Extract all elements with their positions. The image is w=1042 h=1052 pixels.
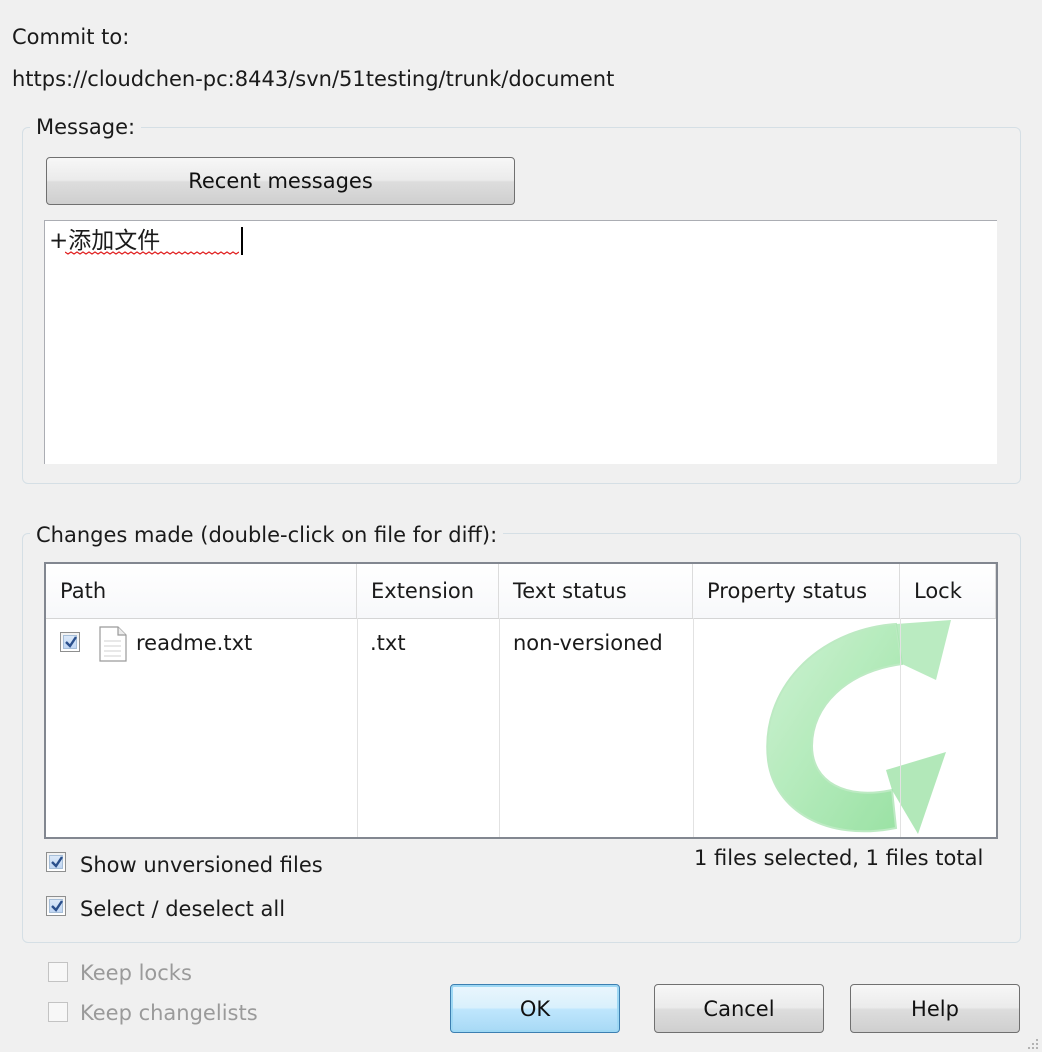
show-unversioned-label[interactable]: Show unversioned files xyxy=(80,852,323,878)
column-separator xyxy=(499,618,500,837)
row-checkbox-readme[interactable] xyxy=(60,632,80,652)
show-unversioned-checkbox[interactable] xyxy=(46,852,66,872)
tortoisesvn-watermark-icon xyxy=(766,620,951,834)
select-all-checkbox[interactable] xyxy=(46,896,66,916)
column-separator xyxy=(900,618,901,837)
keep-changelists-checkbox[interactable] xyxy=(48,1002,68,1022)
help-button[interactable]: Help xyxy=(850,984,1020,1033)
row-text-status: non-versioned xyxy=(513,631,663,655)
column-header-path[interactable]: Path xyxy=(46,564,357,618)
column-separator xyxy=(357,618,358,837)
checkmark-icon xyxy=(65,636,77,648)
spellcheck-underline xyxy=(65,251,239,255)
column-separator xyxy=(693,618,694,837)
commit-to-label: Commit to: xyxy=(12,25,130,49)
resize-grip-icon[interactable] xyxy=(1026,1036,1040,1050)
ok-button[interactable]: OK xyxy=(450,984,620,1033)
row-path[interactable]: readme.txt xyxy=(136,630,252,656)
column-header-lock[interactable]: Lock xyxy=(900,564,996,618)
select-all-label[interactable]: Select / deselect all xyxy=(80,896,285,922)
row-extension: .txt xyxy=(370,631,406,655)
commit-url: https://cloudchen-pc:8443/svn/51testing/… xyxy=(12,67,615,91)
recent-messages-button[interactable]: Recent messages xyxy=(46,157,515,205)
message-textarea[interactable]: +添加文件 xyxy=(44,220,997,464)
keep-locks-label: Keep locks xyxy=(80,961,192,985)
keep-changelists-label: Keep changelists xyxy=(80,1001,258,1025)
checkmark-icon xyxy=(51,900,63,912)
checkmark-icon xyxy=(51,856,63,868)
commit-dialog: Commit to: https://cloudchen-pc:8443/svn… xyxy=(0,0,1042,1052)
cancel-button[interactable]: Cancel xyxy=(654,984,824,1033)
header-divider xyxy=(46,618,996,619)
changes-group-title: Changes made (double-click on file for d… xyxy=(30,522,504,548)
message-group-title: Message: xyxy=(30,114,142,140)
text-caret xyxy=(241,227,243,255)
column-header-extension[interactable]: Extension xyxy=(357,564,499,618)
column-header-property-status[interactable]: Property status xyxy=(693,564,900,618)
selection-summary: 1 files selected, 1 files total xyxy=(694,846,984,870)
changes-list[interactable]: Path Extension Text status Property stat… xyxy=(44,562,998,839)
column-header-text-status[interactable]: Text status xyxy=(499,564,693,618)
keep-locks-checkbox[interactable] xyxy=(48,962,68,982)
text-file-icon xyxy=(99,626,127,662)
